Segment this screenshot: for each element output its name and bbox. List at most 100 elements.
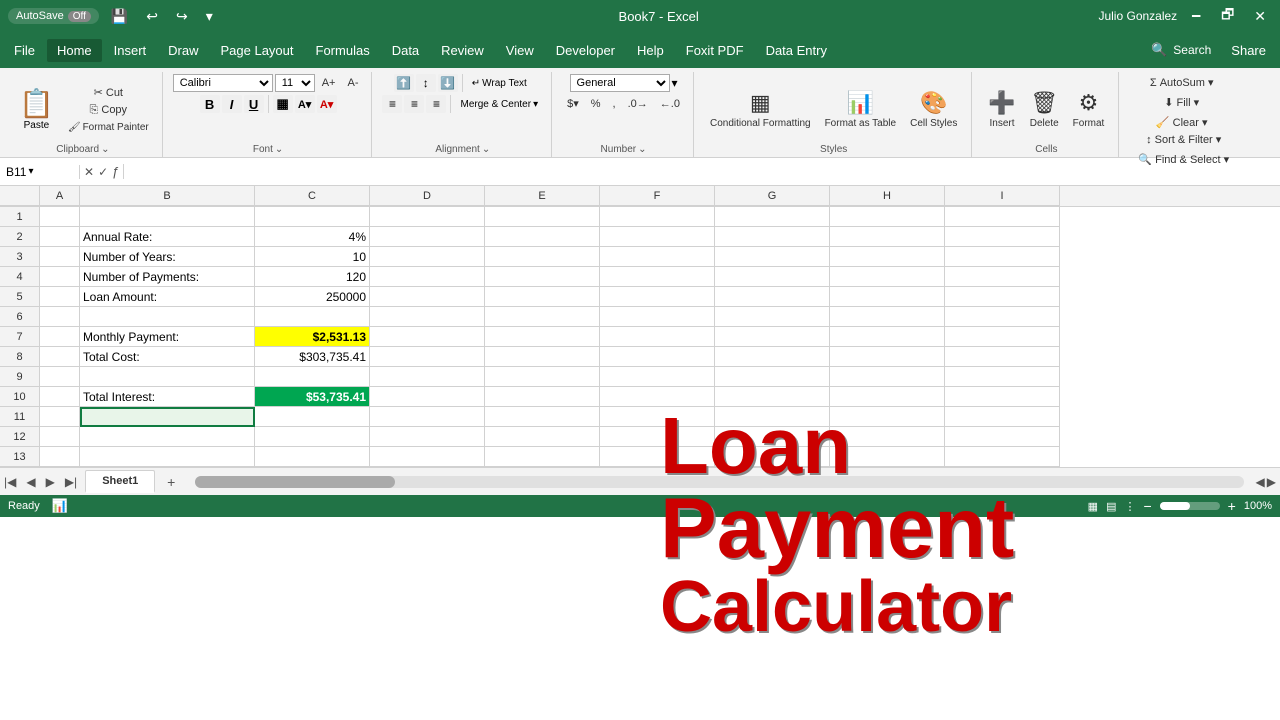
- menu-data-entry[interactable]: Data Entry: [756, 39, 837, 62]
- delete-button[interactable]: 🗑 Delete: [1024, 86, 1065, 133]
- close-button[interactable]: ✕: [1248, 6, 1272, 27]
- cell-e12[interactable]: [485, 427, 600, 447]
- view-pagebreak-icon[interactable]: ⋮: [1124, 500, 1135, 513]
- cell-d10[interactable]: [370, 387, 485, 407]
- cut-button[interactable]: ✂ Cut: [63, 84, 154, 101]
- cell-g7[interactable]: [715, 327, 830, 347]
- menu-help[interactable]: Help: [627, 39, 674, 62]
- col-header-b[interactable]: B: [80, 186, 255, 206]
- cell-d4[interactable]: [370, 267, 485, 287]
- cell-g4[interactable]: [715, 267, 830, 287]
- row-header-11[interactable]: 11: [0, 407, 40, 427]
- scroll-right-button[interactable]: ▶: [1267, 475, 1276, 489]
- cell-e13[interactable]: [485, 447, 600, 467]
- cell-f13[interactable]: [600, 447, 715, 467]
- cell-g9[interactable]: [715, 367, 830, 387]
- cell-e2[interactable]: [485, 227, 600, 247]
- restore-button[interactable]: 🗗: [1215, 2, 1240, 30]
- cell-c3[interactable]: 10: [255, 247, 370, 267]
- merge-center-button[interactable]: Merge & Center ▾: [455, 96, 543, 113]
- horizontal-scrollbar[interactable]: [183, 476, 1255, 488]
- cell-a10[interactable]: [40, 387, 80, 407]
- cell-i8[interactable]: [945, 347, 1060, 367]
- cell-h1[interactable]: [830, 207, 945, 227]
- cell-a6[interactable]: [40, 307, 80, 327]
- cell-b11[interactable]: [80, 407, 255, 427]
- cell-b1[interactable]: [80, 207, 255, 227]
- row-header-12[interactable]: 12: [0, 427, 40, 447]
- wrap-text-button[interactable]: ↵ Wrap Text: [467, 75, 532, 92]
- last-sheet-button[interactable]: ▶|: [61, 473, 81, 491]
- cell-c5[interactable]: 250000: [255, 287, 370, 307]
- cell-e1[interactable]: [485, 207, 600, 227]
- cell-d12[interactable]: [370, 427, 485, 447]
- menu-developer[interactable]: Developer: [546, 39, 625, 62]
- cell-e6[interactable]: [485, 307, 600, 327]
- cell-f5[interactable]: [600, 287, 715, 307]
- cell-d2[interactable]: [370, 227, 485, 247]
- row-header-4[interactable]: 4: [0, 267, 40, 287]
- cell-f7[interactable]: [600, 327, 715, 347]
- cell-b3[interactable]: Number of Years:: [80, 247, 255, 267]
- cell-d8[interactable]: [370, 347, 485, 367]
- confirm-formula-icon[interactable]: ✓: [98, 165, 108, 179]
- scroll-left-button[interactable]: ◀: [1256, 475, 1265, 489]
- percent-button[interactable]: %: [586, 96, 606, 112]
- cell-h13[interactable]: [830, 447, 945, 467]
- font-color-button[interactable]: A▾: [317, 95, 337, 113]
- align-top-button[interactable]: ⬆️: [394, 74, 414, 92]
- align-right-button[interactable]: ≡: [426, 95, 446, 113]
- number-format-select[interactable]: GeneralNumberCurrencyPercentage: [570, 74, 670, 92]
- sort-filter-button[interactable]: ↕ Sort & Filter ▾: [1141, 131, 1226, 148]
- cell-c10[interactable]: $53,735.41: [255, 387, 370, 407]
- cell-a8[interactable]: [40, 347, 80, 367]
- cell-a13[interactable]: [40, 447, 80, 467]
- zoom-in-button[interactable]: +: [1228, 498, 1236, 514]
- cell-b5[interactable]: Loan Amount:: [80, 287, 255, 307]
- cell-a7[interactable]: [40, 327, 80, 347]
- menu-review[interactable]: Review: [431, 39, 494, 62]
- cell-d13[interactable]: [370, 447, 485, 467]
- cell-ref-dropdown[interactable]: ▾: [28, 166, 33, 177]
- cell-b10[interactable]: Total Interest:: [80, 387, 255, 407]
- format-as-table-button[interactable]: 📊 Format as Table: [819, 86, 903, 133]
- row-header-9[interactable]: 9: [0, 367, 40, 387]
- autosum-button[interactable]: Σ AutoSum ▾: [1145, 74, 1219, 91]
- cell-c2[interactable]: 4%: [255, 227, 370, 247]
- col-header-e[interactable]: E: [485, 186, 600, 206]
- fill-color-button[interactable]: A▾: [295, 95, 315, 113]
- row-header-5[interactable]: 5: [0, 287, 40, 307]
- cell-c6[interactable]: [255, 307, 370, 327]
- cell-e11[interactable]: [485, 407, 600, 427]
- cell-b4[interactable]: Number of Payments:: [80, 267, 255, 287]
- first-sheet-button[interactable]: |◀: [0, 473, 20, 491]
- sheet-tab-sheet1[interactable]: Sheet1: [85, 470, 155, 493]
- scrollbar-thumb[interactable]: [195, 476, 395, 488]
- align-bottom-button[interactable]: ⬇️: [438, 74, 458, 92]
- zoom-out-button[interactable]: −: [1143, 498, 1151, 514]
- menu-insert[interactable]: Insert: [104, 39, 157, 62]
- view-layout-icon[interactable]: ▤: [1106, 500, 1116, 513]
- view-normal-icon[interactable]: ▦: [1088, 500, 1098, 513]
- cell-i11[interactable]: [945, 407, 1060, 427]
- menu-view[interactable]: View: [496, 39, 544, 62]
- cell-c8[interactable]: $303,735.41: [255, 347, 370, 367]
- cell-a12[interactable]: [40, 427, 80, 447]
- prev-sheet-button[interactable]: ◀: [22, 473, 39, 491]
- cell-g2[interactable]: [715, 227, 830, 247]
- cell-c13[interactable]: [255, 447, 370, 467]
- cell-a9[interactable]: [40, 367, 80, 387]
- font-name-select[interactable]: CalibriArialTimes New Roman: [173, 74, 273, 92]
- col-header-f[interactable]: F: [600, 186, 715, 206]
- cell-styles-button[interactable]: 🎨 Cell Styles: [904, 86, 963, 133]
- cell-i12[interactable]: [945, 427, 1060, 447]
- cell-c9[interactable]: [255, 367, 370, 387]
- cell-g3[interactable]: [715, 247, 830, 267]
- cell-a1[interactable]: [40, 207, 80, 227]
- cell-f4[interactable]: [600, 267, 715, 287]
- cell-d3[interactable]: [370, 247, 485, 267]
- cell-d7[interactable]: [370, 327, 485, 347]
- cell-f11[interactable]: [600, 407, 715, 427]
- corner-cell[interactable]: [0, 186, 40, 206]
- cell-d1[interactable]: [370, 207, 485, 227]
